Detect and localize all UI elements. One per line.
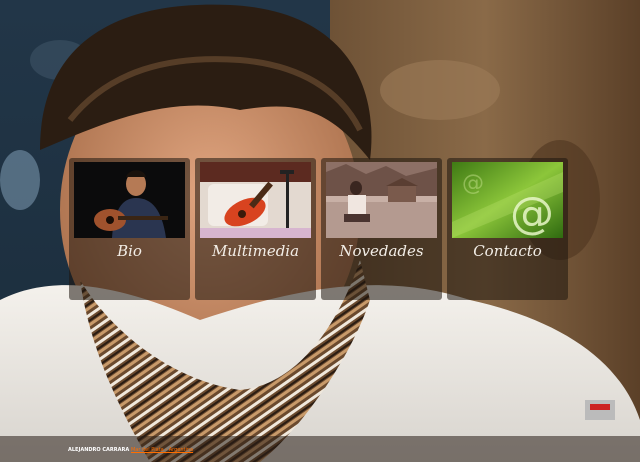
nav-label-multimedia: Multimedia [211, 242, 300, 260]
footer-location-link[interactable]: Mar del Plata - Argentina [131, 447, 193, 453]
nav-label-contacto: Contacto [473, 242, 542, 260]
nav-label-bio: Bio [117, 242, 142, 260]
main-nav: Bio Multimedia Novedades @ @ Contacto [69, 158, 571, 300]
nav-label-novedades: Novedades [339, 242, 424, 260]
footer-text: ALEJANDRO CARRARA Mar del Plata - Argent… [68, 447, 193, 453]
guitar-photo [200, 162, 311, 238]
svg-text:@: @ [462, 171, 484, 196]
nav-card-bio[interactable]: Bio [69, 158, 190, 300]
footer-name: ALEJANDRO CARRARA [68, 447, 130, 453]
news-photo [326, 162, 437, 238]
nav-card-multimedia[interactable]: Multimedia [195, 158, 316, 300]
at-sign-icon: @ @ [452, 162, 563, 238]
guitarist-photo [74, 162, 185, 238]
nav-card-contacto[interactable]: @ @ Contacto [447, 158, 568, 300]
svg-text:@: @ [510, 188, 554, 238]
nav-card-novedades[interactable]: Novedades [321, 158, 442, 300]
